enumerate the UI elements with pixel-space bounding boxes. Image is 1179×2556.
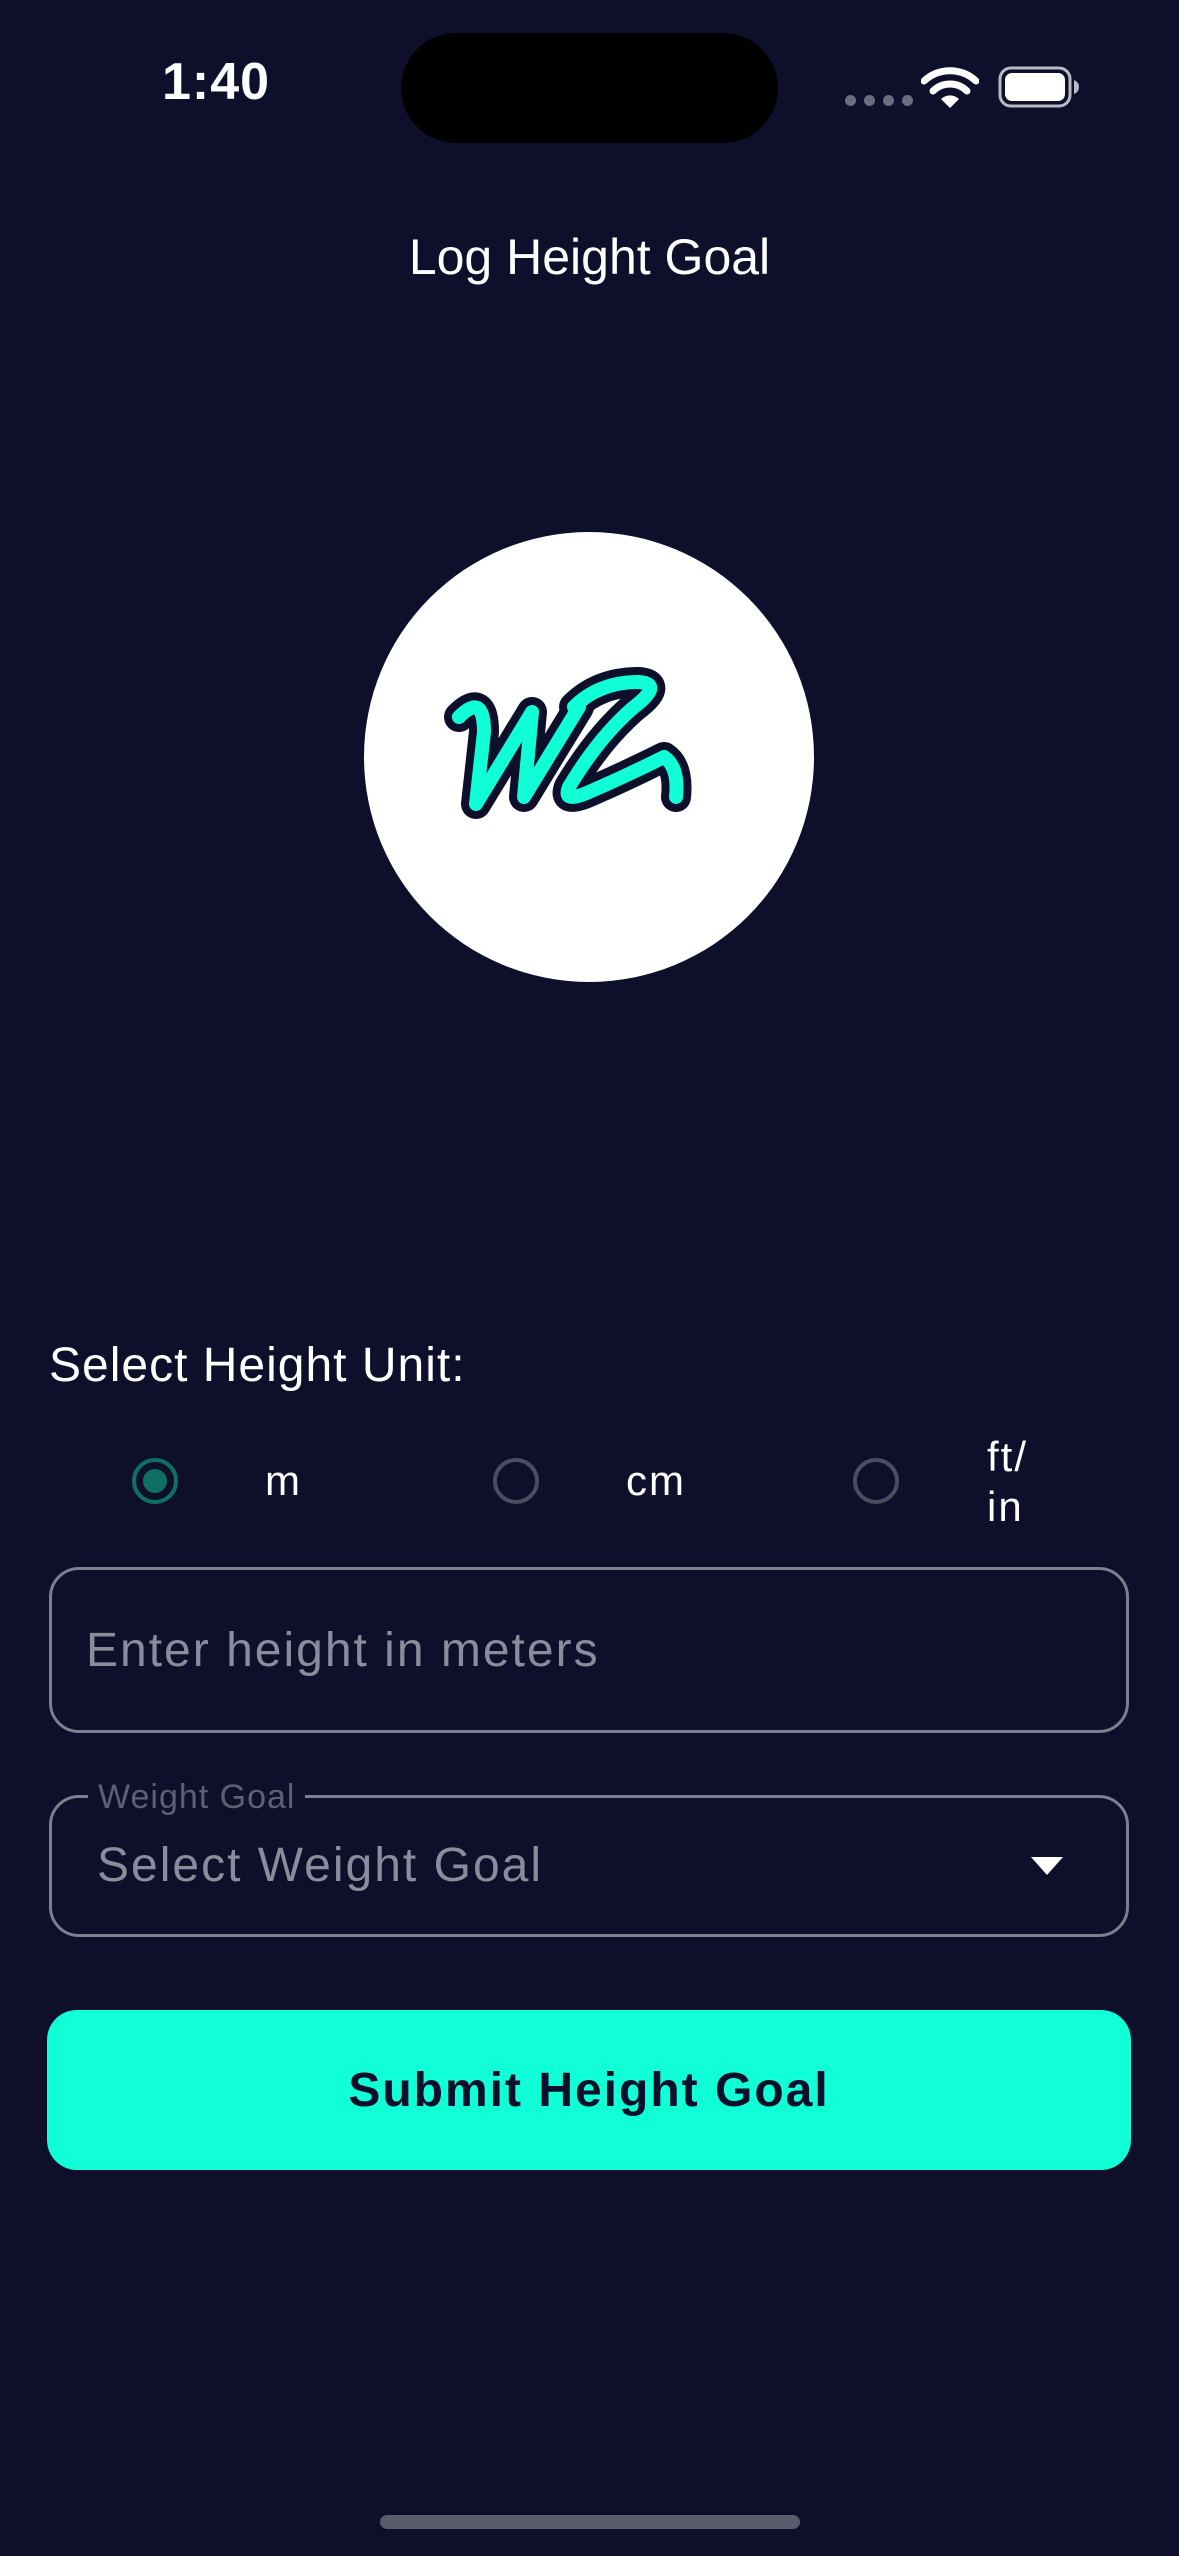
cellular-signal-icon (845, 95, 913, 106)
weight-goal-value[interactable]: Select Weight Goal (97, 1838, 543, 1893)
page-title: Log Height Goal (408, 229, 771, 285)
wifi-icon (921, 67, 979, 108)
radio-unit-m-label[interactable]: m (265, 1456, 302, 1506)
app-logo (364, 532, 814, 982)
height-input[interactable] (49, 1567, 1129, 1733)
weight-goal-legend: Weight Goal (88, 1778, 306, 1817)
wl-logo-mark (444, 667, 692, 819)
radio-unit-ft-in-label[interactable]: ft/ in (987, 1432, 1028, 1532)
battery-icon (998, 66, 1079, 108)
height-unit-label: Select Height Unit: (49, 1339, 466, 1392)
radio-unit-ft-in[interactable] (853, 1458, 899, 1504)
home-indicator[interactable] (380, 2515, 800, 2529)
submit-height-goal-button[interactable]: Submit Height Goal (47, 2010, 1131, 2170)
radio-unit-cm-label[interactable]: cm (626, 1456, 686, 1506)
radio-unit-m[interactable] (132, 1458, 178, 1504)
radio-unit-cm[interactable] (493, 1458, 539, 1504)
status-bar-time: 1:40 (162, 53, 271, 111)
dynamic-island (401, 33, 778, 143)
chevron-down-icon[interactable] (1031, 1857, 1063, 1875)
